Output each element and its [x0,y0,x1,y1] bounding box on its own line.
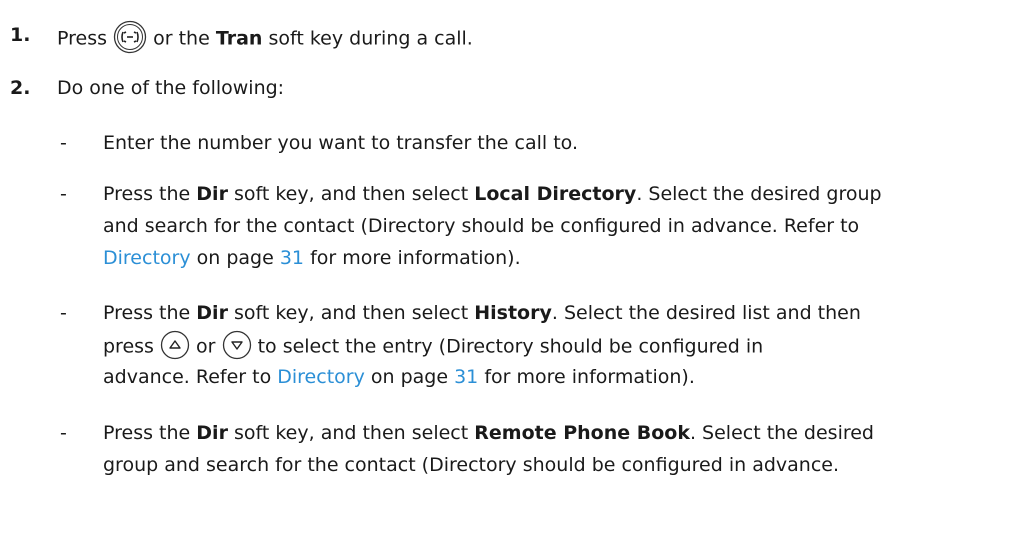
step-number-1: 1. [10,24,31,46]
bullet-3-line-3: advance. Refer to Directory on page 31 f… [103,366,695,388]
down-arrow-key-icon [222,330,252,360]
directory-link[interactable]: Directory [277,366,365,388]
step-2-text: Do one of the following: [57,77,285,99]
bullet-3-line-2: press or to select the entry (Directory … [103,330,763,362]
step-1-text: Press or the Tran soft key during a call… [57,20,473,56]
bullet-2-line-2: and search for the contact (Directory sh… [103,215,860,237]
page-link[interactable]: 31 [454,366,478,388]
step-number-2: 2. [10,77,31,99]
bullet-3-line-1: Press the Dir soft key, and then select … [103,302,861,324]
bullet-dash: - [60,132,67,154]
bullet-dash: - [60,422,67,444]
up-arrow-key-icon [160,330,190,360]
bullet-dash: - [60,302,67,324]
directory-link[interactable]: Directory [103,247,191,269]
bullet-2-line-3: Directory on page 31 for more informatio… [103,247,521,269]
page-link[interactable]: 31 [280,247,304,269]
bullet-2-line-1: Press the Dir soft key, and then select … [103,183,882,205]
bullet-dash: - [60,183,67,205]
transfer-key-icon [113,20,147,54]
bullet-4-line-2: group and search for the contact (Direct… [103,454,840,476]
bullet-4-line-1: Press the Dir soft key, and then select … [103,422,874,444]
bullet-1-text: Enter the number you want to transfer th… [103,132,578,154]
